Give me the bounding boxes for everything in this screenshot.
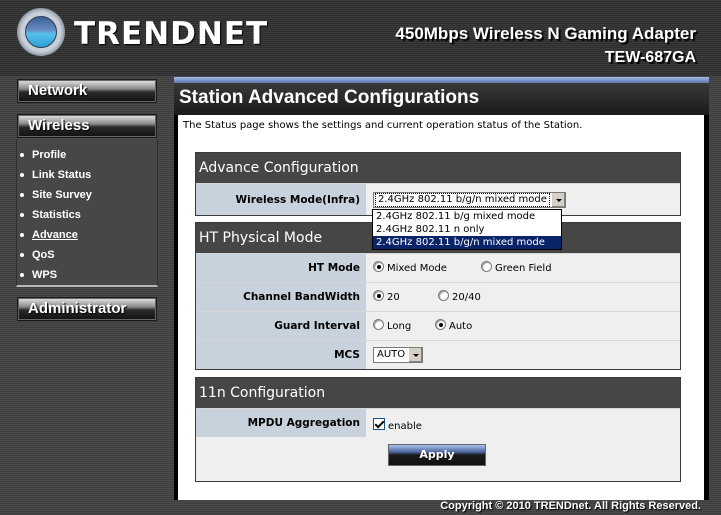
wireless-mode-select[interactable]: 2.4GHz 802.11 b/g/n mixed mode	[373, 191, 566, 208]
wireless-mode-label: Wireless Mode(Infra)	[196, 184, 366, 215]
page-title: Station Advanced Configurations	[179, 87, 480, 108]
mpdu-aggregation-label: MPDU Aggregation	[196, 409, 366, 437]
checkbox-checked-icon[interactable]	[373, 418, 385, 430]
nav-administrator-button[interactable]: Administrator	[17, 297, 157, 321]
channel-bandwidth-row: Channel BandWidth 20 20/40	[196, 282, 680, 311]
chevron-down-icon[interactable]	[408, 348, 423, 362]
advance-configuration-section: Advance Configuration Wireless Mode(Infr…	[195, 152, 681, 216]
bandwidth-20-40-radio[interactable]: 20/40	[438, 289, 481, 303]
nav-network-button[interactable]: Network	[17, 79, 157, 103]
radio-checked-icon[interactable]	[435, 318, 446, 330]
dropdown-option-highlighted[interactable]: 2.4GHz 802.11 b/g/n mixed mode	[373, 236, 561, 249]
radio-unchecked-icon[interactable]	[438, 289, 449, 301]
chevron-down-icon[interactable]	[550, 192, 565, 207]
submenu-item-wps[interactable]: WPS	[17, 265, 157, 285]
bullet-icon	[20, 153, 24, 157]
bullet-icon	[20, 233, 24, 237]
bullet-icon	[20, 213, 24, 217]
submenu-item-qos[interactable]: QoS	[17, 245, 157, 265]
header: TRENDNET 450Mbps Wireless N Gaming Adapt…	[0, 0, 721, 76]
ht-mode-row: HT Mode Mixed Mode Green Field	[196, 253, 680, 282]
ht-mode-greenfield-radio[interactable]: Green Field	[481, 260, 552, 274]
mcs-label: MCS	[196, 341, 366, 369]
section-header: 11n Configuration	[196, 378, 680, 408]
wireless-mode-dropdown-list: 2.4GHz 802.11 b/g mixed mode 2.4GHz 802.…	[372, 209, 562, 250]
bullet-icon	[20, 253, 24, 257]
copyright-footer: Copyright © 2010 TRENDnet. All Rights Re…	[440, 500, 701, 512]
submenu-item-profile[interactable]: Profile	[17, 145, 157, 165]
page-title-bar: Station Advanced Configurations	[174, 83, 709, 115]
bullet-icon	[20, 193, 24, 197]
mpdu-aggregation-row: MPDU Aggregation enable	[196, 408, 680, 437]
wireless-submenu: Profile Link Status Site Survey Statisti…	[16, 139, 158, 287]
guard-interval-label: Guard Interval	[196, 312, 366, 340]
guard-auto-radio[interactable]: Auto	[435, 318, 472, 332]
main-panel: Station Advanced Configurations The Stat…	[174, 77, 709, 500]
dropdown-option[interactable]: 2.4GHz 802.11 n only	[373, 223, 561, 236]
submenu-item-site-survey[interactable]: Site Survey	[17, 185, 157, 205]
submenu-item-advance[interactable]: Advance	[17, 225, 157, 245]
channel-bandwidth-label: Channel BandWidth	[196, 283, 366, 311]
ht-mode-mixed-radio[interactable]: Mixed Mode	[373, 260, 481, 274]
trendnet-logo-icon	[17, 8, 65, 56]
radio-checked-icon[interactable]	[373, 289, 384, 301]
page-description: The Status page shows the settings and c…	[183, 120, 583, 131]
apply-button[interactable]: Apply	[388, 444, 486, 466]
11n-configuration-section: 11n Configuration MPDU Aggregation enabl…	[195, 377, 681, 482]
dropdown-option[interactable]: 2.4GHz 802.11 b/g mixed mode	[373, 210, 561, 223]
guard-long-radio[interactable]: Long	[373, 318, 435, 332]
mcs-select[interactable]: AUTO	[373, 347, 424, 363]
guard-interval-row: Guard Interval Long Auto	[196, 311, 680, 340]
mcs-value: AUTO	[377, 349, 406, 360]
content-area: The Status page shows the settings and c…	[178, 115, 704, 500]
bullet-icon	[20, 273, 24, 277]
submenu-item-link-status[interactable]: Link Status	[17, 165, 157, 185]
submenu-item-statistics[interactable]: Statistics	[17, 205, 157, 225]
ht-mode-label: HT Mode	[196, 254, 366, 282]
wireless-mode-value: 2.4GHz 802.11 b/g/n mixed mode	[375, 192, 550, 207]
radio-checked-icon[interactable]	[373, 260, 384, 272]
nav-wireless-button[interactable]: Wireless	[17, 114, 157, 138]
mcs-row: MCS AUTO	[196, 340, 680, 369]
section-header: Advance Configuration	[196, 153, 680, 183]
bandwidth-20-radio[interactable]: 20	[373, 289, 438, 303]
bullet-icon	[20, 173, 24, 177]
mpdu-enable-checkbox[interactable]: enable	[373, 418, 422, 432]
radio-unchecked-icon[interactable]	[373, 318, 384, 330]
brand-logo-text: TRENDNET	[74, 16, 269, 52]
product-model: TEW-687GA	[604, 49, 696, 66]
product-title: 450Mbps Wireless N Gaming Adapter	[395, 24, 696, 43]
radio-unchecked-icon[interactable]	[481, 260, 492, 272]
